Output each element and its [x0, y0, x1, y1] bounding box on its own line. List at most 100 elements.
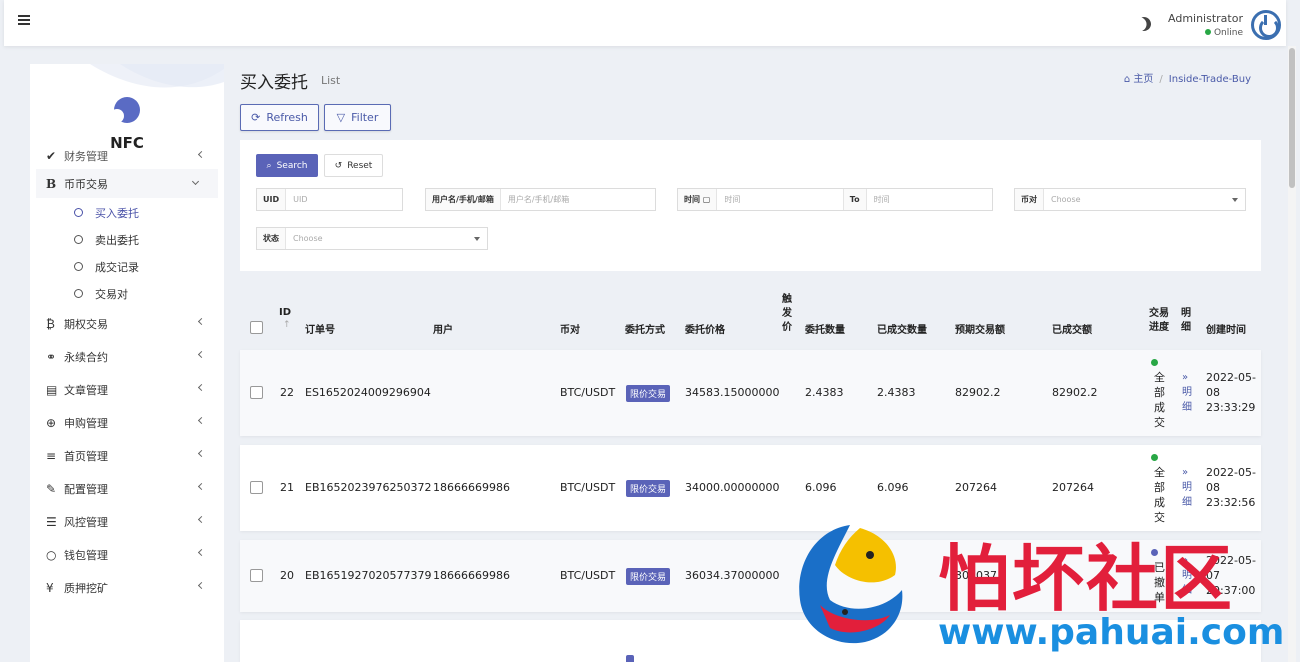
sidebar-item-label: 质押挖矿 — [64, 581, 108, 595]
chevron-left-icon — [197, 150, 206, 159]
table-row[interactable]: 22 ES1652024009296904 BTC/USDT 限价交易 3458… — [240, 350, 1261, 436]
header-method: 委托方式 — [625, 325, 665, 336]
undo-icon: ↺ — [334, 160, 343, 171]
search-button[interactable]: ⌕ Search — [256, 154, 318, 177]
breadcrumb-current: Inside-Trade-Buy — [1168, 74, 1251, 85]
sidebar-item-options[interactable]: ₿ 期权交易 — [30, 307, 224, 340]
method-badge — [626, 655, 634, 662]
sidebar-item-config[interactable]: ✎ 配置管理 — [30, 472, 224, 505]
newspaper-icon: ▤ — [46, 382, 58, 397]
chevron-left-icon — [197, 548, 206, 557]
cell-expected: 82902.2 — [955, 386, 1001, 399]
row-checkbox[interactable] — [250, 481, 263, 494]
detail-link[interactable]: » 明细 — [1182, 370, 1194, 415]
cell-created: 2022-05-07 20:37:00 — [1206, 554, 1256, 597]
user-input[interactable]: 用户名/手机/邮箱 — [501, 189, 655, 210]
refresh-label: Refresh — [266, 111, 308, 124]
refresh-button[interactable]: ⟳ Refresh — [240, 104, 319, 131]
yen-icon: ¥ — [46, 580, 54, 595]
detail-link[interactable]: » 明细 — [1182, 465, 1194, 510]
circle-icon: ○ — [46, 547, 57, 562]
finance-icon: ✔ — [46, 149, 57, 163]
cell-price: 36034.37000000 — [685, 569, 780, 582]
sidebar-subitem-buy-orders[interactable]: 买入委托 — [30, 199, 224, 226]
breadcrumb-home[interactable]: 主页 — [1133, 74, 1153, 85]
table-row[interactable] — [240, 620, 1261, 662]
chevron-left-icon — [197, 416, 206, 425]
page-subtitle: List — [321, 74, 341, 87]
header-id[interactable]: ID — [279, 307, 291, 318]
sidebar-item-label: 永续合约 — [64, 350, 108, 364]
lifebuoy-icon: ⊕ — [46, 415, 57, 430]
reset-button[interactable]: ↺ Reset — [324, 154, 383, 177]
table-row[interactable]: 21 EB1652023976250372 18666669986 BTC/US… — [240, 445, 1261, 531]
sidebar-subitem-trade-records[interactable]: 成交记录 — [30, 253, 224, 280]
circle-icon — [74, 208, 83, 217]
header-trigger: 触发价 — [782, 294, 792, 333]
sidebar-item-articles[interactable]: ▤ 文章管理 — [30, 373, 224, 406]
indent-icon: ☰ — [46, 514, 57, 529]
sidebar-item-finance[interactable]: ✔ 财务管理 — [30, 149, 224, 163]
user-avatar-icon[interactable] — [1251, 10, 1281, 40]
user-label: 用户名/手机/邮箱 — [426, 189, 501, 210]
sidebar-subitem-sell-orders[interactable]: 卖出委托 — [30, 226, 224, 253]
pair-select[interactable]: 币对 Choose — [1014, 188, 1246, 211]
sidebar-item-homepage[interactable]: ≡ 首页管理 — [30, 439, 224, 472]
sidebar-item-perpetual[interactable]: ⚭ 永续合约 — [30, 340, 224, 373]
cell-created: 2022-05-08 23:33:29 — [1206, 371, 1256, 414]
table-row[interactable]: 20 EB1651927020577379 18666669986 BTC/US… — [240, 540, 1261, 612]
time-to-input[interactable]: 时间 — [867, 189, 992, 210]
uid-input[interactable]: UID — [286, 189, 402, 210]
filter-button[interactable]: ▽ Filter — [324, 104, 391, 131]
time-label: 时间 ▢ — [678, 189, 718, 210]
sidebar-item-staking[interactable]: ¥ 质押挖矿 — [30, 571, 224, 604]
subitem-label: 成交记录 — [95, 260, 139, 274]
chevron-left-icon — [197, 581, 206, 590]
sort-up-icon[interactable]: ↑ — [283, 320, 291, 330]
state-select[interactable]: 状态 Choose — [256, 227, 488, 250]
page-title: 买入委托 — [240, 73, 308, 93]
dashboard-icon: ⌂ — [1123, 74, 1131, 85]
sidebar-menu: ✔ 财务管理 B 币币交易 买入委托 卖出委托 成交记录 交易对 ₿ 期权交易 ⚭… — [30, 149, 224, 604]
cell-created: 2022-05-08 23:32:56 — [1206, 466, 1256, 509]
subitem-label: 卖出委托 — [95, 233, 139, 247]
caret-down-icon — [1232, 198, 1238, 202]
admin-name[interactable]: Administrator — [1168, 12, 1243, 25]
search-label: Search — [276, 160, 308, 171]
chevron-down-icon — [191, 177, 200, 186]
select-all-checkbox[interactable] — [250, 321, 263, 334]
cell-progress: 已撤单 — [1154, 561, 1165, 604]
cell-pair: BTC/USDT — [560, 569, 616, 582]
sidebar: NFC ✔ 财务管理 B 币币交易 买入委托 卖出委托 成交记录 交易对 ₿ 期权… — [30, 64, 224, 662]
calendar-icon: ▢ — [702, 195, 711, 204]
dark-mode-toggle-icon[interactable] — [1134, 14, 1153, 33]
status-dot-icon — [1151, 549, 1158, 556]
pair-select-value[interactable]: Choose — [1044, 189, 1245, 210]
state-select-value[interactable]: Choose — [286, 228, 487, 249]
breadcrumb-separator: / — [1159, 74, 1163, 85]
cell-filled-qty: 2.4383 — [877, 386, 916, 399]
header-expected-amount: 预期交易额 — [955, 325, 1005, 336]
sidebar-item-subscription[interactable]: ⊕ 申购管理 — [30, 406, 224, 439]
filter-panel: ⌕ Search ↺ Reset UID UID 用户名/手机/邮箱 用户名/手机/邮箱… — [240, 140, 1261, 271]
detail-link[interactable]: » 明细 — [1182, 553, 1194, 598]
hamburger-menu-icon[interactable] — [18, 15, 30, 25]
sidebar-item-risk[interactable]: ☰ 风控管理 — [30, 505, 224, 538]
header-filled-amount: 已成交额 — [1052, 325, 1092, 336]
page-scrollbar[interactable] — [1288, 46, 1296, 662]
sidebar-item-spot-trading[interactable]: B 币币交易 — [36, 169, 218, 198]
bitcoin-icon: ₿ — [46, 316, 55, 331]
reset-label: Reset — [347, 160, 373, 171]
cell-filled-qty: 0 — [877, 569, 884, 582]
subitem-label: 买入委托 — [95, 206, 139, 220]
sidebar-item-wallet[interactable]: ○ 钱包管理 — [30, 538, 224, 571]
row-checkbox[interactable] — [250, 386, 263, 399]
search-icon: ⌕ — [266, 160, 272, 171]
refresh-icon: ⟳ — [251, 111, 261, 124]
scrollbar-thumb[interactable] — [1289, 48, 1295, 188]
row-checkbox[interactable] — [250, 569, 263, 582]
sidebar-subitem-trading-pairs[interactable]: 交易对 — [30, 280, 224, 307]
time-from-input[interactable]: 时间 — [717, 189, 842, 210]
wrench-icon: ✎ — [46, 481, 57, 496]
brand-logo-icon — [110, 97, 140, 123]
